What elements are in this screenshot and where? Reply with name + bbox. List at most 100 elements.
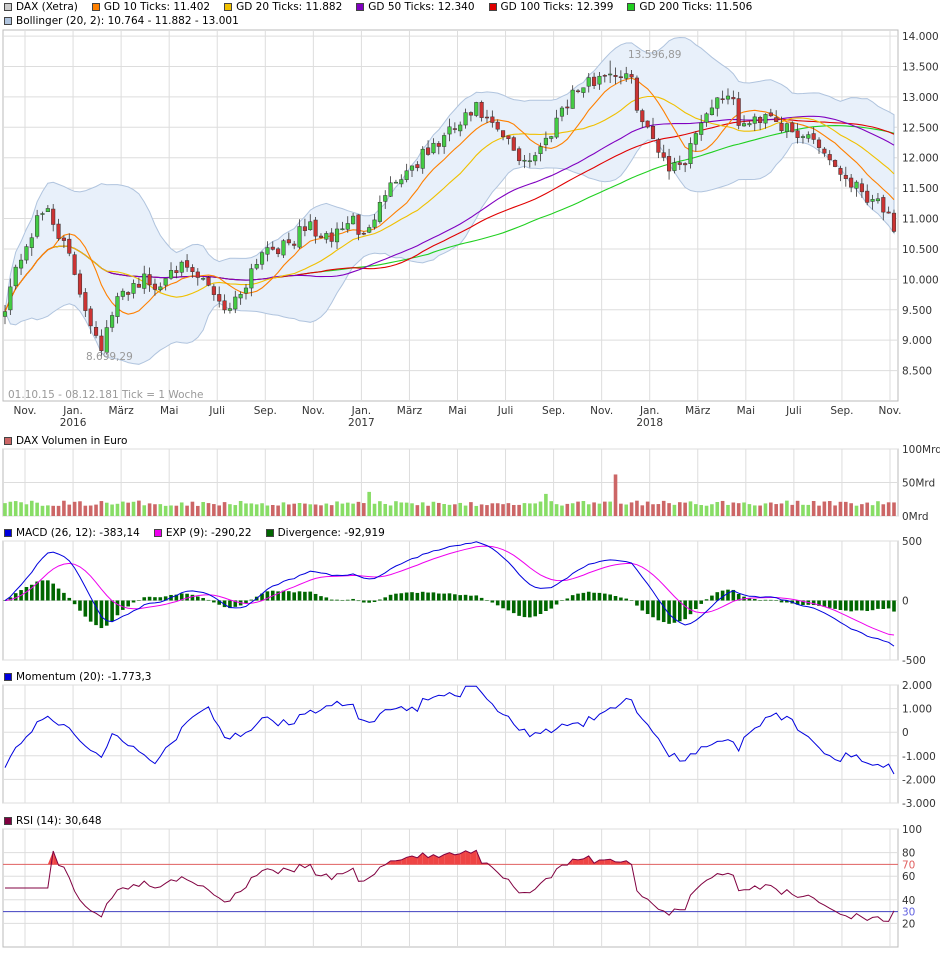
candle-body: [351, 215, 356, 225]
volume-bar: [121, 501, 125, 516]
candle-body: [72, 254, 77, 275]
divergence-bar: [838, 600, 843, 610]
divergence-bar: [544, 600, 548, 612]
candle-body: [699, 122, 704, 135]
candle-body: [361, 232, 366, 235]
divergence-bar: [769, 599, 773, 601]
candle-body: [538, 146, 543, 154]
divergence-bar: [206, 599, 211, 601]
divergence-bar: [404, 592, 409, 601]
volume-bar: [372, 503, 377, 516]
divergence-bar: [420, 591, 425, 601]
rsi-y-label: 20: [902, 918, 915, 930]
volume-bar: [758, 505, 762, 516]
volume-bar: [661, 500, 666, 516]
volume-bar: [3, 503, 7, 516]
divergence-bar: [560, 600, 564, 601]
candle-body: [667, 156, 672, 172]
candle-body: [77, 273, 83, 295]
volume-bar: [179, 502, 184, 516]
divergence-bar: [549, 600, 554, 609]
candle-body: [227, 308, 232, 311]
divergence-bar: [651, 600, 655, 618]
divergence-bar: [827, 600, 832, 608]
x-tick-label: Mai: [448, 405, 466, 417]
candle-body: [302, 226, 307, 231]
volume-bar: [731, 502, 736, 516]
volume-bar: [854, 505, 859, 516]
candle-body: [409, 165, 415, 171]
volume-bar: [19, 502, 23, 516]
candle-body: [683, 163, 688, 166]
divergence-bar: [677, 600, 682, 622]
volume-bar: [806, 504, 811, 516]
volume-bar: [769, 502, 773, 516]
divergence-bar: [345, 599, 350, 601]
divergence-bar: [844, 600, 848, 611]
divergence-bar: [683, 600, 687, 620]
volume-bar: [549, 501, 554, 516]
candle-body: [329, 232, 334, 242]
candle-body: [206, 277, 211, 286]
volume-bar: [67, 504, 72, 516]
candle-body: [709, 107, 714, 116]
candle-body: [243, 287, 249, 294]
candle-body: [484, 116, 490, 119]
volume-bar: [490, 503, 495, 516]
divergence-bar: [592, 592, 596, 601]
volume-bar: [265, 505, 270, 516]
divergence-bar: [426, 592, 430, 601]
y-tick-label: 10.000: [902, 274, 939, 286]
volume-bar: [795, 500, 800, 516]
volume-bar: [790, 504, 795, 516]
candle-body: [142, 273, 147, 289]
candle-body: [115, 296, 120, 317]
momentum-y-label: -3.000: [902, 798, 936, 810]
candle-body: [104, 327, 109, 353]
volume-bar: [217, 505, 222, 516]
candle-body: [463, 112, 468, 126]
divergence-bar: [854, 600, 859, 611]
x-tick-label: Nov.: [13, 405, 36, 417]
volume-bar: [833, 505, 837, 516]
volume-bar: [281, 502, 286, 516]
divergence-bar: [635, 600, 639, 606]
divergence-bar: [613, 596, 618, 601]
divergence-bar: [72, 600, 77, 605]
candle-body: [886, 211, 891, 214]
divergence-bar: [394, 593, 398, 601]
divergence-bar: [865, 600, 870, 612]
volume-bar: [185, 505, 189, 516]
divergence-bar: [479, 597, 484, 601]
divergence-bar: [340, 599, 345, 601]
candle-body: [458, 124, 463, 132]
y-tick-label: 11.000: [902, 214, 939, 226]
candle-body: [281, 240, 286, 256]
divergence-bar: [619, 597, 623, 601]
divergence-bar: [313, 593, 318, 601]
candle-body: [136, 283, 141, 288]
volume-bar: [592, 502, 596, 516]
candle-body: [554, 117, 559, 138]
volume-bar: [710, 504, 714, 516]
volume-bar: [849, 503, 853, 516]
candle-body: [88, 308, 93, 327]
candle-body: [222, 300, 227, 311]
candle-body: [811, 133, 816, 140]
divergence-bar: [758, 600, 762, 601]
divergence-bar: [763, 599, 768, 601]
candle-body: [190, 267, 195, 273]
divergence-bar: [436, 593, 441, 601]
candle-body: [833, 160, 838, 167]
volume-bar: [195, 505, 200, 516]
candle-body: [61, 237, 66, 241]
candle-body: [865, 190, 870, 203]
volume-bar: [619, 503, 623, 516]
candle-body: [249, 268, 254, 289]
rsi-y-label: 70: [902, 859, 915, 871]
volume-bar: [222, 502, 227, 516]
candle-body: [581, 87, 586, 93]
divergence-bar: [688, 600, 693, 615]
volume-bar: [533, 503, 537, 516]
divergence-bar: [303, 591, 307, 601]
